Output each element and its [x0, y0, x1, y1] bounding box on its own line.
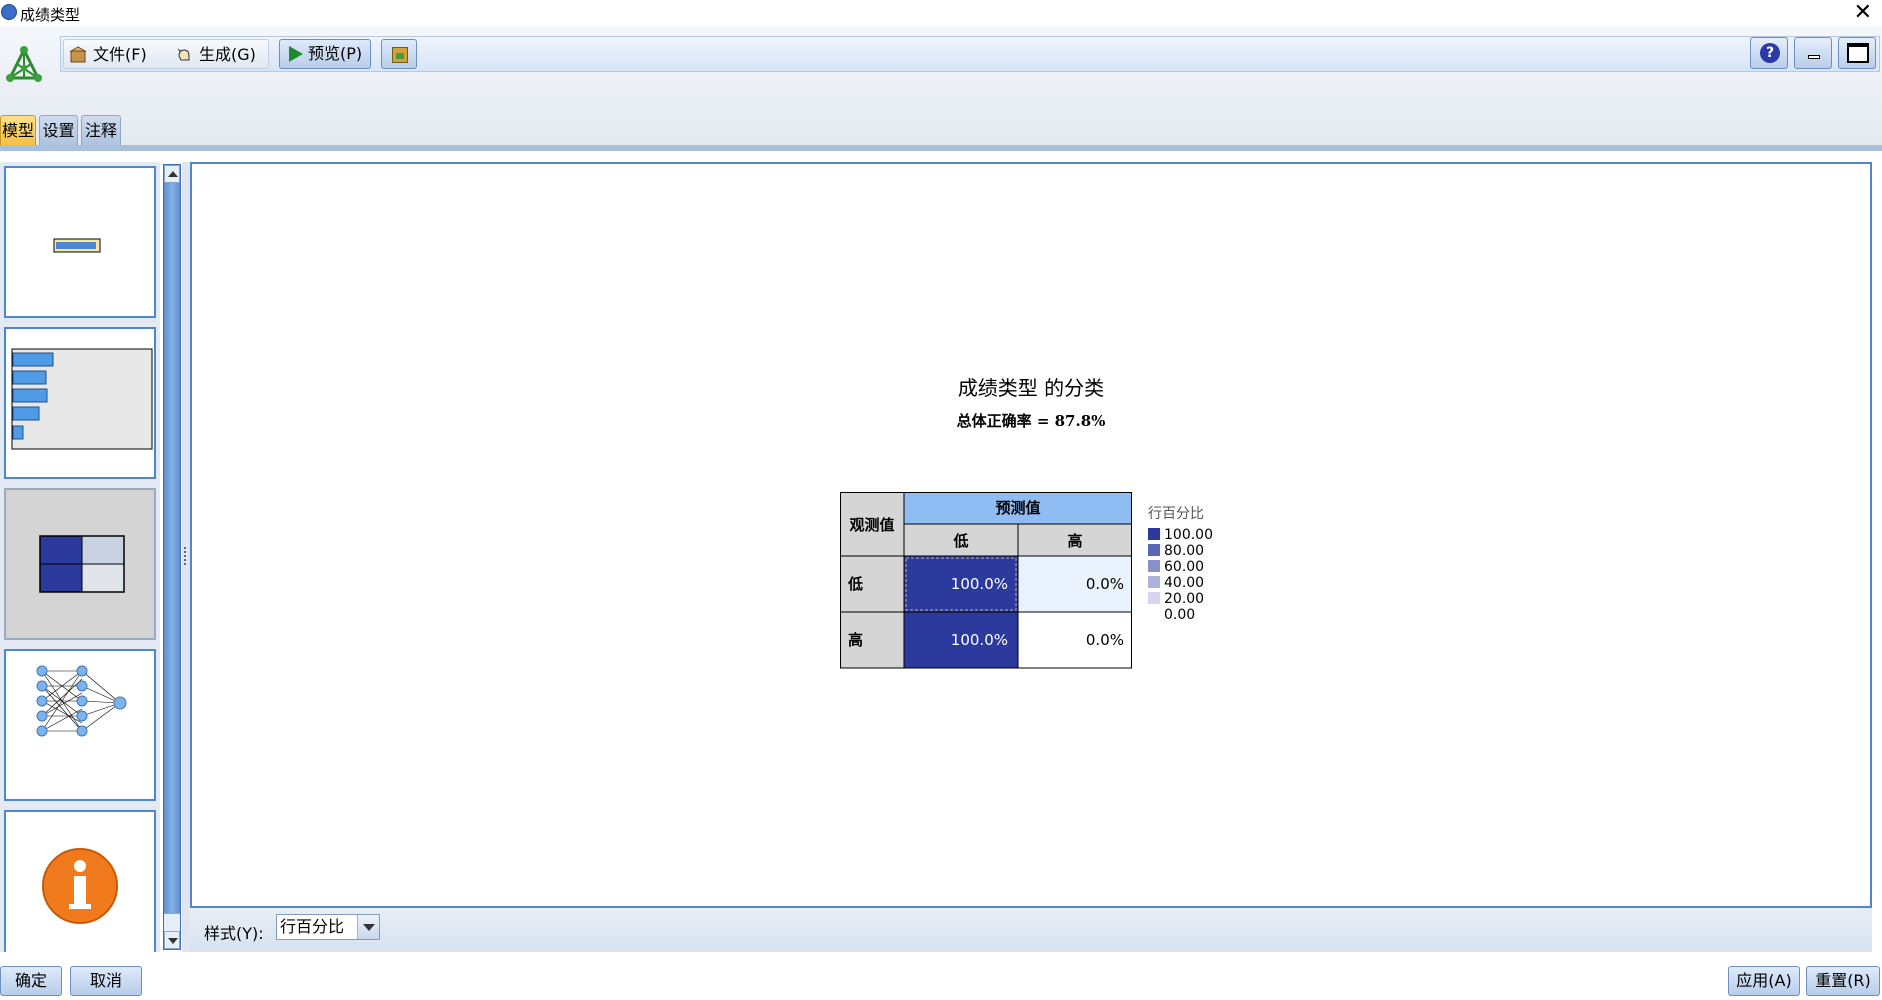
legend-label: 80.00 [1164, 543, 1204, 559]
tab-settings[interactable]: 设置 [39, 115, 78, 145]
legend-swatch [1148, 592, 1160, 604]
scroll-up-icon[interactable] [164, 165, 180, 183]
legend-swatch [1148, 576, 1160, 588]
panel-splitter[interactable] [182, 162, 190, 952]
splitter-grip-icon [184, 547, 187, 565]
cell-low-low-value: 100.0% [951, 575, 1008, 593]
thumbnail-panel [0, 162, 160, 962]
col-header-label: 预测值 [995, 499, 1040, 517]
bar-chart-icon [11, 348, 153, 450]
chart-subtitle: 总体正确率 = 87.8% [956, 412, 1106, 430]
header: 文件(F) 生成(G) 预览(P) ? 模型 设置 注释 [0, 26, 1882, 146]
app-icon [1, 4, 17, 20]
tab-notes[interactable]: 注释 [81, 115, 121, 145]
legend-label: 40.00 [1164, 575, 1204, 591]
ok-button[interactable]: 确定 [0, 966, 62, 996]
col-low-label: 低 [952, 532, 968, 550]
tab-model[interactable]: 模型 [0, 115, 36, 145]
file-menu[interactable]: 文件(F) [63, 42, 157, 68]
matrix-icon [39, 535, 125, 593]
cell-high-low-value: 100.0% [951, 631, 1008, 649]
col-high-label: 高 [1067, 532, 1082, 550]
file-box-icon [69, 46, 87, 63]
maximize-icon [1847, 43, 1869, 63]
cell-low-high-value: 0.0% [1086, 575, 1124, 593]
window-title: 成绩类型 [20, 6, 81, 24]
style-label: 样式(Y): [204, 924, 264, 943]
thumbnail-scrollbar[interactable] [163, 164, 181, 950]
info-icon [42, 848, 118, 924]
dialog-footer: 确定 取消 应用(A) 重置(R) [0, 952, 1882, 1000]
cancel-button[interactable]: 取消 [70, 966, 142, 996]
viewer-canvas: 成绩类型 的分类 总体正确率 = 87.8% 观测值 预测值 低 高 低 高 1… [190, 162, 1872, 908]
row-header-label: 观测值 [849, 516, 894, 534]
neural-net-logo-icon [6, 46, 42, 82]
thumbnail-network-diagram[interactable] [4, 649, 156, 801]
legend-title: 行百分比 [1148, 506, 1204, 522]
chevron-down-icon[interactable] [357, 915, 379, 939]
thumbnail-predictor-importance-chart[interactable] [4, 327, 156, 479]
scroll-down-icon[interactable] [164, 931, 180, 949]
classification-matrix: 观测值 预测值 低 高 低 高 100.0% 0.0% 100.0% 0.0% … [840, 492, 1213, 669]
legend-label: 60.00 [1164, 559, 1204, 575]
legend-swatch [1148, 528, 1160, 540]
legend-swatch [1148, 544, 1160, 556]
tab-divider [0, 145, 1882, 151]
preview-button[interactable]: 预览(P) [279, 39, 371, 69]
row-high-label: 高 [848, 631, 863, 649]
style-dropdown[interactable]: 行百分比 [276, 914, 380, 940]
title-bar: 成绩类型 ✕ [0, 0, 1882, 26]
reset-button[interactable]: 重置(R) [1806, 966, 1880, 996]
legend-label: 0.00 [1164, 607, 1195, 623]
scroll-track-end [164, 913, 180, 931]
network-icon [36, 665, 127, 737]
thumbnail-classification-matrix[interactable] [4, 488, 156, 640]
style-bar: 样式(Y): 行百分比 [190, 908, 1872, 952]
legend-swatch [1148, 560, 1160, 572]
close-icon[interactable]: ✕ [1854, 0, 1872, 26]
generate-menu[interactable]: 生成(G) [169, 42, 266, 68]
cell-high-high-value: 0.0% [1086, 631, 1124, 649]
thumbnail-model-summary[interactable] [4, 810, 156, 962]
generate-hand-icon [177, 48, 190, 61]
maximize-button[interactable] [1838, 37, 1876, 69]
minimize-icon [1808, 55, 1820, 59]
chart-title: 成绩类型 的分类 [957, 376, 1105, 400]
thumbnail-predictor-importance-bar[interactable] [4, 166, 156, 318]
help-button[interactable]: ? [1750, 37, 1788, 69]
legend-label: 20.00 [1164, 591, 1204, 607]
toolbar: 文件(F) 生成(G) 预览(P) [60, 36, 1880, 72]
single-bar-icon [53, 238, 101, 253]
export-image-button[interactable] [381, 39, 417, 69]
minimize-button[interactable] [1794, 37, 1832, 69]
legend-entries: 100.0080.0060.0040.0020.000.00 [1148, 527, 1213, 623]
help-icon: ? [1760, 43, 1780, 63]
apply-button[interactable]: 应用(A) [1728, 966, 1800, 996]
image-icon [392, 47, 408, 63]
legend-label: 100.00 [1164, 527, 1213, 543]
row-low-label: 低 [847, 575, 863, 593]
play-icon [289, 46, 303, 62]
